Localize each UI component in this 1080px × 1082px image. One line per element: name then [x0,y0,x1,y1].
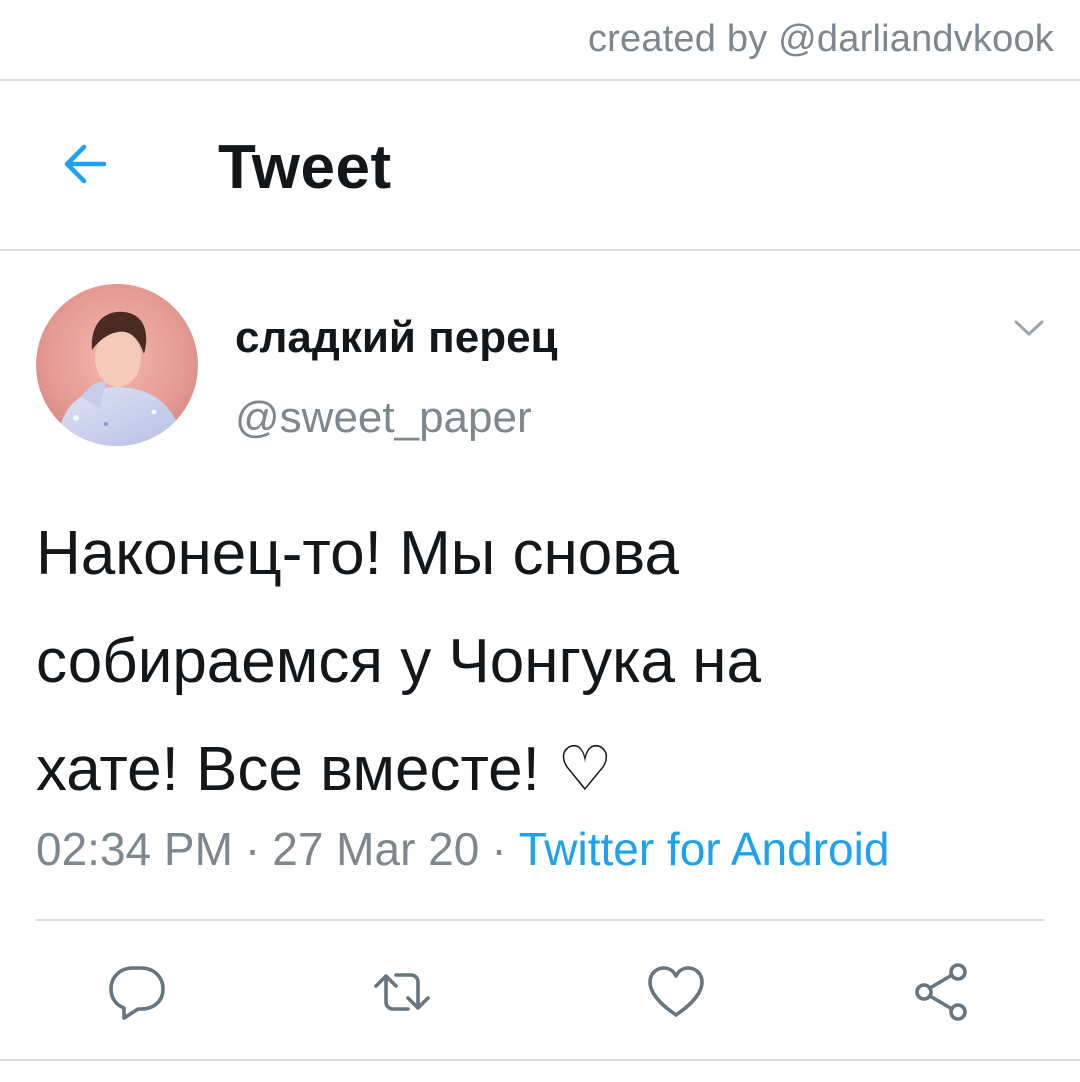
comment-icon [109,966,165,1020]
tweet-date: 27 Mar 20 [272,823,480,875]
divider [0,249,1080,251]
tweet-text-line: собираемся у Чонгука на [36,627,761,696]
tweet-text-line: хате! Все вместе! ♡ [36,735,613,804]
meta-separator: · [491,823,507,875]
avatar-photo [36,284,198,446]
divider [0,79,1080,81]
tweet-text: Наконец-то! Мы снова собираемся у Чонгук… [36,500,1046,824]
tweet-menu-button[interactable] [1006,310,1052,346]
chevron-down-icon [1014,320,1044,336]
share-button[interactable] [910,960,974,1024]
reply-button[interactable] [105,960,169,1024]
watermark-credit: created by @darliandvkook [587,18,1054,60]
tweet-time: 02:34 PM [36,823,233,875]
back-button[interactable] [56,134,116,194]
app-header: Tweet [0,82,1080,248]
share-icon [915,963,967,1021]
heart-icon [648,966,704,1017]
meta-separator: · [244,823,261,875]
author-handle[interactable]: @sweet_paper [235,393,532,443]
avatar[interactable] [36,284,198,446]
divider [0,1059,1080,1061]
arrow-left-icon [64,144,107,184]
author-display-name[interactable]: сладкий перец [235,313,558,363]
like-button[interactable] [644,960,708,1024]
tweet-meta: 02:34 PM · 27 Mar 20 · Twitter for Android [36,822,889,876]
page-title: Tweet [218,133,392,202]
tweet-source-link[interactable]: Twitter for Android [519,823,890,875]
tweet-text-line: Наконец-то! Мы снова [36,519,679,588]
retweet-icon [374,973,430,1011]
divider [36,919,1044,921]
retweet-button[interactable] [370,960,434,1024]
